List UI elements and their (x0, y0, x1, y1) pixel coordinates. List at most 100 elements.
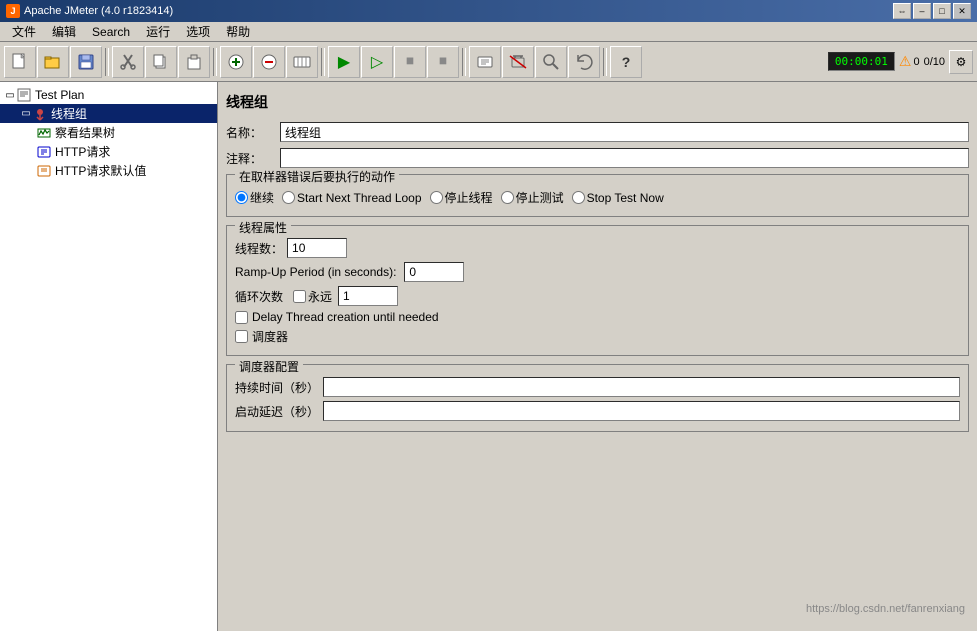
panel-title: 线程组 (226, 90, 969, 114)
sidebar-item-http-request-defaults[interactable]: HTTP请求默认值 (0, 161, 217, 180)
title-bar: J Apache JMeter (4.0 r1823414) ⇔ – □ ✕ (0, 0, 977, 22)
radio-start-next-loop-label: Start Next Thread Loop (297, 191, 422, 205)
cut-button[interactable] (112, 46, 144, 78)
copy-button[interactable] (145, 46, 177, 78)
open-button[interactable] (37, 46, 69, 78)
loop-count-input[interactable] (338, 286, 398, 306)
forever-checkbox[interactable] (293, 290, 306, 303)
duration-row: 持续时间（秒） (235, 377, 960, 397)
save-button[interactable] (70, 46, 102, 78)
radio-stop-thread-input[interactable] (430, 191, 443, 204)
menu-help[interactable]: 帮助 (218, 22, 258, 41)
warning-badge: ⚠ 0 (899, 53, 920, 70)
radio-continue-input[interactable] (235, 191, 248, 204)
tree-toggle-testplan[interactable]: ▭ (4, 90, 16, 101)
clear-button[interactable] (469, 46, 501, 78)
sidebar-item-label-test-plan: Test Plan (35, 88, 84, 102)
sidebar-item-label-http-request: HTTP请求 (55, 143, 110, 160)
menu-bar: 文件 编辑 Search 运行 选项 帮助 (0, 22, 977, 42)
toolbar-right: 00:00:01 ⚠ 0 0/10 ⚙ (828, 50, 973, 74)
timer-display: 00:00:01 (828, 52, 895, 71)
radio-stop-test-now-input[interactable] (572, 191, 585, 204)
error-radio-group: 继续 Start Next Thread Loop 停止线程 停止测试 Stop… (235, 185, 960, 210)
toolbar-sep-5 (603, 48, 607, 76)
toolbar-sep-1 (105, 48, 109, 76)
menu-run[interactable]: 运行 (138, 22, 178, 41)
browse-button[interactable] (286, 46, 318, 78)
search-toolbar-button[interactable] (535, 46, 567, 78)
main-layout: ▭ Test Plan ▭ 线程组 察看结果树 HTTP请求 (0, 82, 977, 631)
radio-stop-test-input[interactable] (501, 191, 514, 204)
warning-count: 0 (913, 56, 919, 68)
menu-file[interactable]: 文件 (4, 22, 44, 41)
content-area: 线程组 名称： 注释： 在取样器错误后要执行的动作 继续 Start Next … (218, 82, 977, 631)
sidebar-item-test-plan[interactable]: ▭ Test Plan (0, 86, 217, 104)
minimize-button[interactable]: – (913, 3, 931, 19)
menu-options[interactable]: 选项 (178, 22, 218, 41)
radio-continue[interactable]: 继续 (235, 189, 274, 206)
start-delay-input[interactable] (323, 401, 960, 421)
name-label: 名称： (226, 124, 276, 141)
progress-text: 0/10 (924, 56, 945, 68)
radio-start-next-loop[interactable]: Start Next Thread Loop (282, 191, 422, 205)
name-row: 名称： (226, 122, 969, 142)
scheduler-checkbox[interactable] (235, 330, 248, 343)
sidebar-item-thread-group[interactable]: ▭ 线程组 (0, 104, 217, 123)
stop-button[interactable]: ⏹ (394, 46, 426, 78)
ramp-up-input[interactable] (404, 262, 464, 282)
menu-search[interactable]: Search (84, 22, 138, 41)
sidebar-item-label-http-request-defaults: HTTP请求默认值 (55, 162, 146, 179)
loop-count-label: 循环次数 (235, 288, 283, 305)
scheduler-row: 调度器 (235, 328, 960, 345)
radio-stop-thread[interactable]: 停止线程 (430, 189, 493, 206)
restore-button[interactable]: ⇔ (893, 3, 911, 19)
thread-props-title: 线程属性 (235, 219, 291, 236)
sidebar-item-view-results-tree[interactable]: 察看结果树 (0, 123, 217, 142)
start-no-pause-button[interactable]: ▷ (361, 46, 393, 78)
forever-checkbox-label[interactable]: 永远 (293, 288, 332, 305)
close-button[interactable]: ✕ (953, 3, 971, 19)
forever-label: 永远 (308, 288, 332, 305)
reset-button[interactable] (568, 46, 600, 78)
sampler-icon (36, 144, 52, 160)
remove-button[interactable] (253, 46, 285, 78)
paste-button[interactable] (178, 46, 210, 78)
thread-count-row: 线程数： (235, 238, 960, 258)
start-button[interactable]: ▶ (328, 46, 360, 78)
loop-count-row: 循环次数 永远 (235, 286, 960, 306)
settings-button[interactable]: ⚙ (949, 50, 973, 74)
listener-icon (36, 125, 52, 141)
toolbar-sep-4 (462, 48, 466, 76)
menu-edit[interactable]: 编辑 (44, 22, 84, 41)
radio-stop-test-now-label: Stop Test Now (587, 191, 664, 205)
sidebar-item-http-request[interactable]: HTTP请求 (0, 142, 217, 161)
thread-count-label: 线程数： (235, 240, 283, 257)
delay-thread-checkbox[interactable] (235, 311, 248, 324)
radio-start-next-loop-input[interactable] (282, 191, 295, 204)
add-button[interactable] (220, 46, 252, 78)
radio-stop-test-now[interactable]: Stop Test Now (572, 191, 664, 205)
thread-props-section: 线程属性 线程数： Ramp-Up Period (in seconds): 循… (226, 225, 969, 356)
thread-count-input[interactable] (287, 238, 347, 258)
error-section-title: 在取样器错误后要执行的动作 (235, 168, 399, 185)
name-input[interactable] (280, 122, 969, 142)
toolbar-sep-2 (213, 48, 217, 76)
new-button[interactable] (4, 46, 36, 78)
duration-input[interactable] (323, 377, 960, 397)
clear-all-button[interactable] (502, 46, 534, 78)
ramp-up-label: Ramp-Up Period (in seconds): (235, 265, 396, 279)
start-delay-label: 启动延迟（秒） (235, 403, 319, 420)
scheduler-section-title: 调度器配置 (235, 358, 303, 375)
testplan-icon (16, 87, 32, 103)
sampler-defaults-icon (36, 163, 52, 179)
delay-thread-row: Delay Thread creation until needed (235, 310, 960, 324)
radio-stop-test[interactable]: 停止测试 (501, 189, 564, 206)
tree-toggle-threadgroup[interactable]: ▭ (20, 108, 32, 119)
warning-icon: ⚠ (899, 53, 912, 70)
stop-now-button[interactable]: ⏹ (427, 46, 459, 78)
help-button[interactable]: ? (610, 46, 642, 78)
error-section: 在取样器错误后要执行的动作 继续 Start Next Thread Loop … (226, 174, 969, 217)
comment-input[interactable] (280, 148, 969, 168)
maximize-button[interactable]: □ (933, 3, 951, 19)
sidebar: ▭ Test Plan ▭ 线程组 察看结果树 HTTP请求 (0, 82, 218, 631)
